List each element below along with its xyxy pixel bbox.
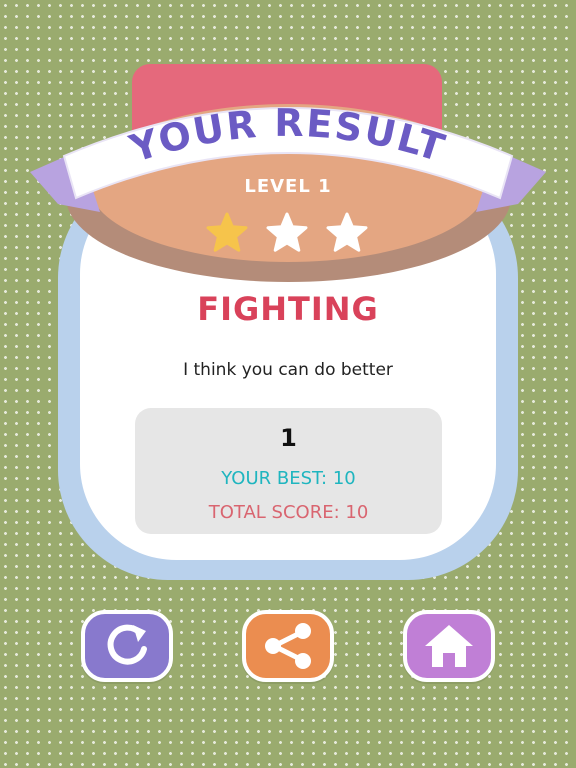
star-empty-icon (326, 212, 368, 252)
level-label: LEVEL 1 (244, 176, 332, 197)
rank-title: FIGHTING (197, 290, 379, 328)
current-score: 1 (280, 424, 297, 452)
share-button[interactable] (242, 610, 334, 682)
best-score: YOUR BEST: 10 (221, 468, 356, 489)
total-score: TOTAL SCORE: 10 (208, 502, 369, 523)
home-button[interactable] (403, 610, 495, 682)
star-filled-icon (206, 212, 248, 252)
score-panel: 1 YOUR BEST: 10 TOTAL SCORE: 10 (135, 408, 442, 534)
replay-icon (107, 624, 147, 665)
share-icon (265, 623, 311, 669)
home-icon (425, 625, 473, 667)
star-rating (206, 212, 368, 252)
result-message: I think you can do better (183, 360, 393, 380)
star-empty-icon (266, 212, 308, 252)
replay-button[interactable] (81, 610, 173, 682)
